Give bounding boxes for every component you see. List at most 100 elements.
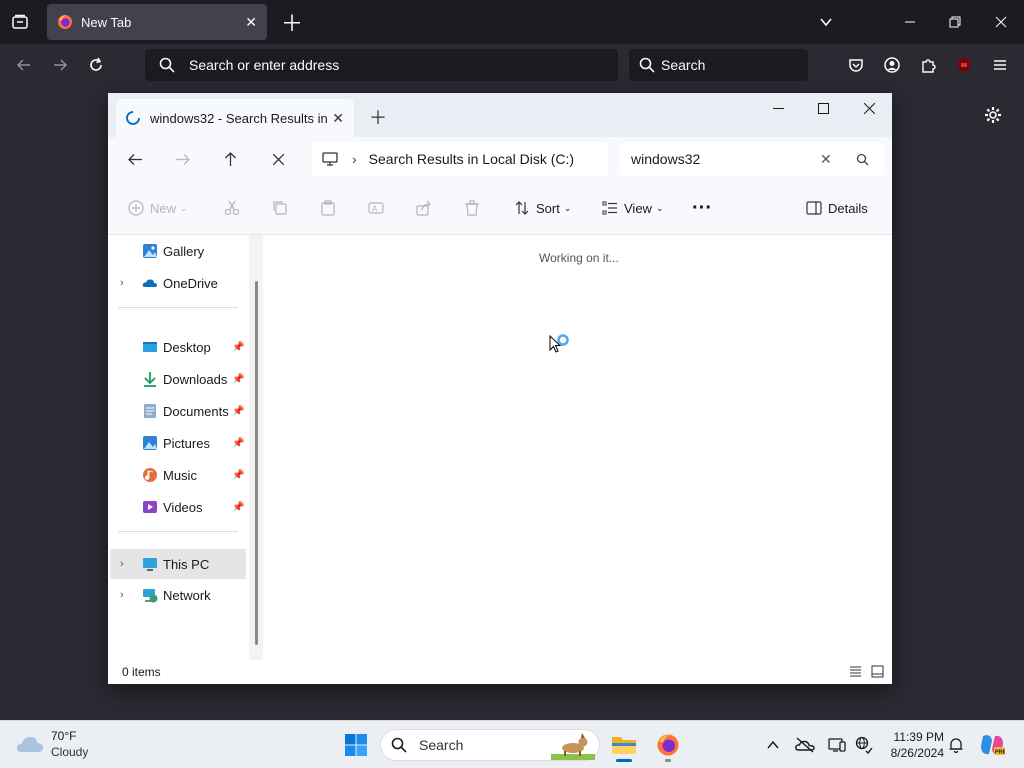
firefox-tab-new-tab[interactable]: New Tab ✕ — [47, 4, 267, 40]
explorer-new-tab-button[interactable]: ＋ — [366, 105, 390, 129]
paste-button[interactable] — [320, 181, 336, 235]
explorer-tab-close-icon[interactable]: ✕ — [332, 110, 344, 127]
view-button[interactable]: View ⌄ — [602, 181, 664, 235]
breadcrumb-chevron-icon[interactable]: › — [352, 151, 357, 167]
pin-icon: 📌 — [232, 437, 245, 449]
reload-button[interactable] — [82, 50, 110, 80]
expand-chevron-icon[interactable]: › — [120, 277, 124, 289]
address-bar-placeholder: Search or enter address — [189, 57, 340, 73]
new-button[interactable]: New ⌄ — [128, 181, 188, 235]
more-options-button[interactable]: ··· — [692, 181, 712, 235]
explorer-back-button[interactable] — [117, 137, 153, 181]
extensions-button[interactable] — [916, 51, 940, 79]
sidebar-item-label: Desktop — [163, 339, 211, 355]
search-icon — [639, 57, 655, 73]
clear-search-icon[interactable]: ✕ — [820, 151, 832, 168]
delete-button[interactable] — [464, 181, 480, 235]
taskbar-firefox[interactable] — [652, 729, 684, 762]
scrollbar-thumb[interactable] — [255, 281, 258, 645]
explorer-tab-search-results[interactable]: windows32 - Search Results in ✕ — [116, 99, 354, 137]
pocket-button[interactable] — [844, 51, 868, 79]
rename-icon: A — [368, 202, 384, 214]
ublock-origin-button[interactable] — [952, 51, 976, 79]
sidebar-item-pictures[interactable]: Pictures 📌 — [108, 429, 248, 457]
firefox-tab-title: New Tab — [81, 14, 132, 30]
taskbar-clock[interactable]: 11:39 PM 8/26/2024 — [876, 729, 944, 761]
explorer-up-button[interactable] — [212, 137, 248, 181]
share-icon — [416, 200, 431, 216]
file-explorer-icon — [612, 737, 636, 754]
sidebar-item-downloads[interactable]: Downloads 📌 — [108, 365, 248, 393]
chevron-up-icon — [767, 740, 779, 749]
view-list-icon — [602, 201, 617, 215]
expand-chevron-icon[interactable]: › — [120, 558, 124, 570]
explorer-close-button[interactable] — [846, 93, 892, 123]
account-button[interactable] — [880, 51, 904, 79]
cut-button[interactable] — [224, 181, 240, 235]
app-menu-button[interactable] — [988, 51, 1012, 79]
address-bar[interactable]: Search or enter address — [145, 49, 618, 81]
explorer-forward-button[interactable] — [164, 137, 200, 181]
taskbar-file-explorer[interactable] — [608, 729, 640, 762]
sidebar-item-this-pc[interactable]: › This PC — [110, 549, 246, 579]
explorer-stop-button[interactable] — [260, 137, 296, 181]
breadcrumb-search-results[interactable]: Search Results in Local Disk (C:) — [369, 151, 574, 167]
account-icon — [884, 57, 900, 73]
back-button[interactable] — [10, 50, 38, 80]
svg-text:A: A — [372, 205, 378, 214]
explorer-maximize-button[interactable] — [800, 93, 846, 123]
tab-overview-button[interactable] — [6, 8, 34, 36]
sidebar-item-gallery[interactable]: Gallery — [108, 237, 248, 265]
sidebar-item-label: Gallery — [163, 243, 205, 259]
close-window-button[interactable] — [981, 0, 1021, 44]
sidebar-item-music[interactable]: Music 📌 — [108, 461, 248, 489]
weather-widget[interactable]: 70°F Cloudy — [16, 728, 106, 762]
new-tab-button[interactable]: ＋ — [278, 8, 306, 36]
copilot-button[interactable]: PRE — [976, 729, 1008, 761]
sort-button[interactable]: Sort ⌄ — [514, 181, 571, 235]
desktop-folder-icon — [143, 342, 157, 352]
navigation-pane-scrollbar[interactable] — [249, 235, 263, 660]
share-button[interactable] — [416, 181, 432, 235]
show-hidden-icons-button[interactable] — [757, 729, 789, 761]
copy-button[interactable] — [272, 181, 288, 235]
minimize-window-button[interactable] — [890, 0, 930, 44]
list-all-tabs-chevron-icon[interactable] — [812, 8, 840, 36]
firefox-logo-icon — [657, 734, 679, 756]
firefox-tab-close-icon[interactable]: ✕ — [245, 14, 257, 31]
rename-button[interactable]: A — [368, 181, 384, 235]
sidebar-item-documents[interactable]: Documents 📌 — [108, 397, 248, 425]
firefox-logo-icon — [58, 15, 72, 29]
large-icons-view-icon[interactable] — [871, 665, 884, 678]
sidebar-item-desktop[interactable]: Desktop 📌 — [108, 333, 248, 361]
customize-new-tab-button[interactable] — [980, 102, 1006, 128]
file-list-area[interactable]: Working on it... — [263, 235, 892, 660]
pin-icon: 📌 — [232, 341, 245, 353]
taskbar-search-box[interactable]: Search — [380, 729, 600, 761]
display-icon — [828, 738, 846, 752]
notifications-button[interactable] — [940, 729, 972, 761]
hamburger-menu-icon — [994, 60, 1006, 70]
onedrive-tray-button[interactable] — [789, 729, 821, 761]
sidebar-item-onedrive[interactable]: › OneDrive — [108, 269, 248, 297]
details-view-icon[interactable] — [849, 665, 862, 678]
start-button[interactable] — [340, 729, 372, 761]
sidebar-item-videos[interactable]: Videos 📌 — [108, 493, 248, 521]
network-globe-icon — [855, 736, 873, 754]
firefox-search-bar[interactable]: Search — [629, 49, 808, 81]
back-arrow-icon — [16, 59, 30, 71]
explorer-minimize-button[interactable] — [755, 93, 801, 123]
explorer-search-box[interactable]: windows32 ✕ — [620, 142, 884, 176]
details-pane-button[interactable]: Details — [806, 181, 868, 235]
restore-window-button[interactable] — [935, 0, 975, 44]
forward-button[interactable] — [46, 50, 74, 80]
sidebar-divider — [118, 307, 238, 308]
explorer-command-bar: New ⌄ A Sort ⌄ View ⌄ ··· Details — [108, 181, 892, 235]
explorer-search-input[interactable]: windows32 — [631, 151, 700, 167]
trash-icon — [465, 200, 479, 216]
sidebar-item-network[interactable]: › Network — [108, 581, 248, 609]
scissors-icon — [224, 200, 240, 216]
search-icon[interactable] — [856, 153, 869, 166]
explorer-address-bar[interactable]: › Search Results in Local Disk (C:) — [312, 142, 608, 176]
expand-chevron-icon[interactable]: › — [120, 589, 124, 601]
